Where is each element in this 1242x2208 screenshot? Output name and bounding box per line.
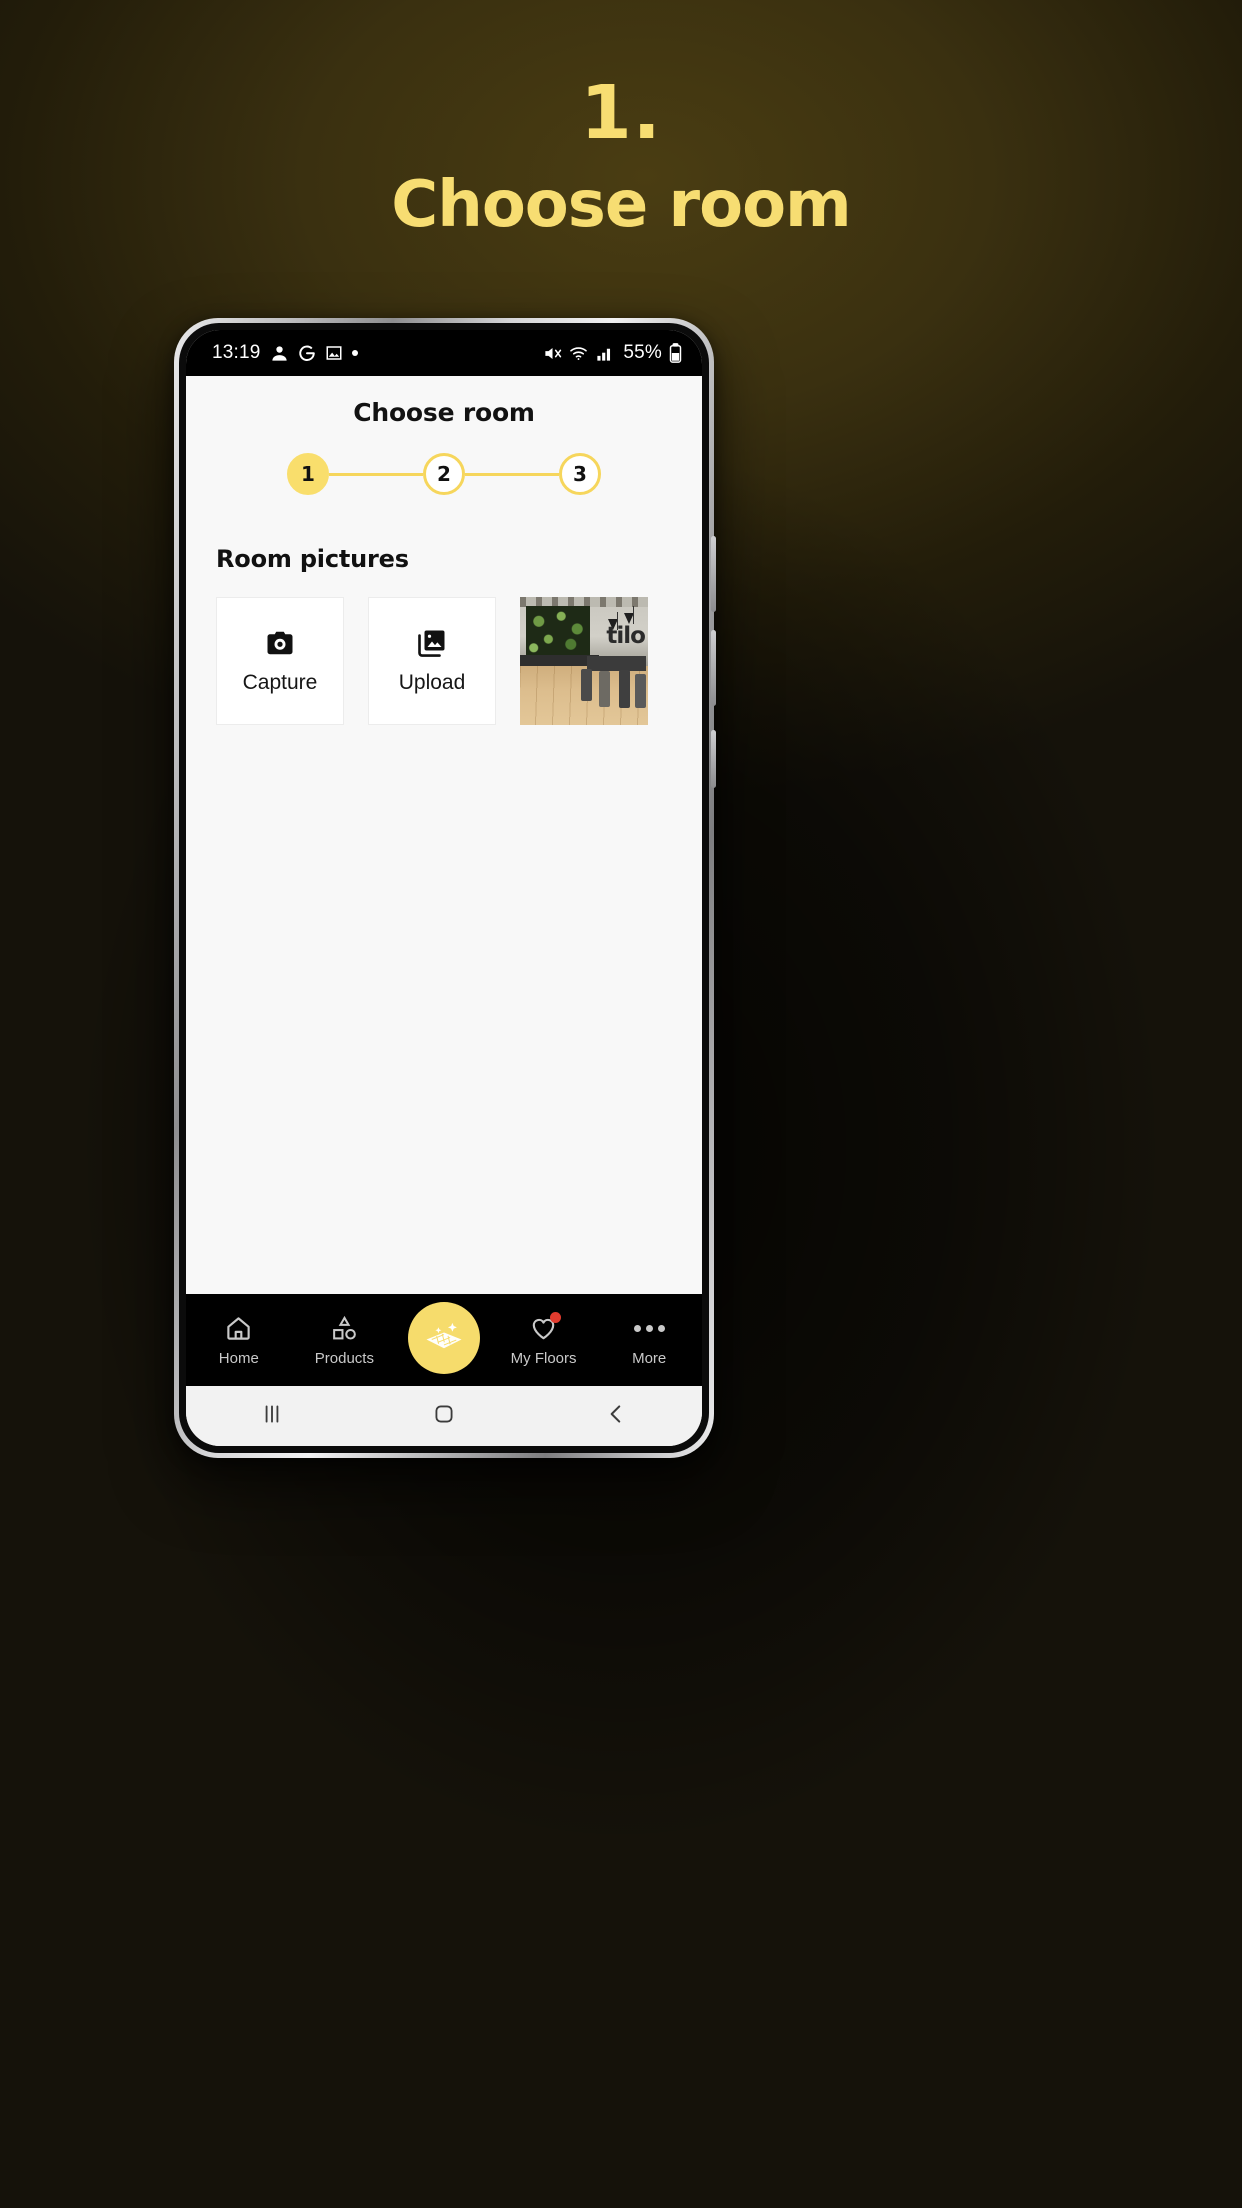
page-title: Choose room xyxy=(353,398,535,427)
back-chevron-icon[interactable] xyxy=(603,1401,629,1432)
volume-down-button[interactable] xyxy=(711,630,716,706)
notification-badge xyxy=(550,1311,562,1323)
thumb-plant-wall xyxy=(526,605,591,658)
nav-item-products-label: Products xyxy=(314,1349,374,1367)
google-icon xyxy=(298,344,316,362)
step-2-label: 2 xyxy=(437,462,451,486)
upload-card[interactable]: Upload xyxy=(368,597,496,725)
phone-screen: 13:19 55% Choose room 1 2 3 Room picture… xyxy=(186,330,702,1446)
gallery-icon xyxy=(325,344,343,362)
app-content: Choose room 1 2 3 Room pictures Capture … xyxy=(186,376,702,1294)
thumb-stool xyxy=(635,673,646,708)
step-3[interactable]: 3 xyxy=(559,453,601,495)
recents-button[interactable] xyxy=(259,1401,285,1432)
capture-card-label: Capture xyxy=(242,670,318,694)
step-connector-1 xyxy=(329,472,423,476)
step-connector-2 xyxy=(465,472,559,476)
power-button[interactable] xyxy=(711,730,716,788)
photo-library-icon xyxy=(417,628,447,658)
phone-mockup: 13:19 55% Choose room 1 2 3 Room picture… xyxy=(174,318,716,1458)
battery-icon xyxy=(669,343,682,363)
status-bar-time: 13:19 xyxy=(212,342,261,363)
status-bar-right: 55% xyxy=(543,342,682,364)
capture-card[interactable]: Capture xyxy=(216,597,344,725)
wifi-icon xyxy=(569,344,588,363)
bottom-navigation: Home Products My Floors More xyxy=(186,1294,702,1386)
mute-icon xyxy=(543,344,562,363)
thumb-stool xyxy=(619,669,630,708)
poster-headline: 1. Choose room xyxy=(0,76,1242,239)
nav-item-more[interactable]: More xyxy=(607,1314,691,1367)
nav-item-home-label: Home xyxy=(218,1349,259,1367)
home-icon xyxy=(225,1314,252,1344)
nav-item-floor-visualizer[interactable] xyxy=(407,1302,480,1374)
room-pictures-row: Capture Upload tilo xyxy=(186,573,702,725)
home-square-icon[interactable] xyxy=(431,1401,457,1432)
step-indicator: 1 2 3 xyxy=(186,453,702,495)
poster-step-number: 1. xyxy=(580,70,662,156)
nav-item-my-floors[interactable]: My Floors xyxy=(502,1311,586,1367)
contacts-icon xyxy=(270,344,289,363)
upload-card-label: Upload xyxy=(398,670,466,694)
thumb-stool xyxy=(581,668,592,701)
nav-item-home[interactable]: Home xyxy=(197,1314,281,1367)
phone-bezel: 13:19 55% Choose room 1 2 3 Room picture… xyxy=(179,323,709,1453)
status-bar-left: 13:19 xyxy=(212,342,358,364)
nav-item-products[interactable]: Products xyxy=(302,1314,386,1367)
android-system-nav xyxy=(186,1386,702,1446)
more-dots-icon xyxy=(633,1314,665,1344)
camera-notch xyxy=(405,330,483,356)
status-bar: 13:19 55% xyxy=(186,330,702,376)
thumb-brand-text: tilo xyxy=(606,622,646,649)
step-1-label: 1 xyxy=(301,462,315,486)
thumb-table xyxy=(587,655,646,672)
heart-icon xyxy=(530,1311,562,1344)
step-1[interactable]: 1 xyxy=(287,453,329,495)
shapes-icon xyxy=(331,1314,358,1344)
step-2[interactable]: 2 xyxy=(423,453,465,495)
section-title-room-pictures: Room pictures xyxy=(216,545,409,573)
nav-item-my-floors-label: My Floors xyxy=(510,1349,577,1367)
poster-headline-text: Choose room xyxy=(391,168,851,242)
signal-icon xyxy=(595,344,614,363)
volume-up-button[interactable] xyxy=(711,536,716,612)
thumb-stool xyxy=(599,671,610,708)
floor-sparkle-icon xyxy=(423,1315,465,1362)
camera-icon xyxy=(265,628,295,658)
room-photo-thumbnail[interactable]: tilo xyxy=(520,597,648,725)
battery-percentage: 55% xyxy=(623,342,662,363)
nav-item-more-label: More xyxy=(632,1349,667,1367)
dot-icon xyxy=(351,350,358,356)
step-3-label: 3 xyxy=(573,462,587,486)
